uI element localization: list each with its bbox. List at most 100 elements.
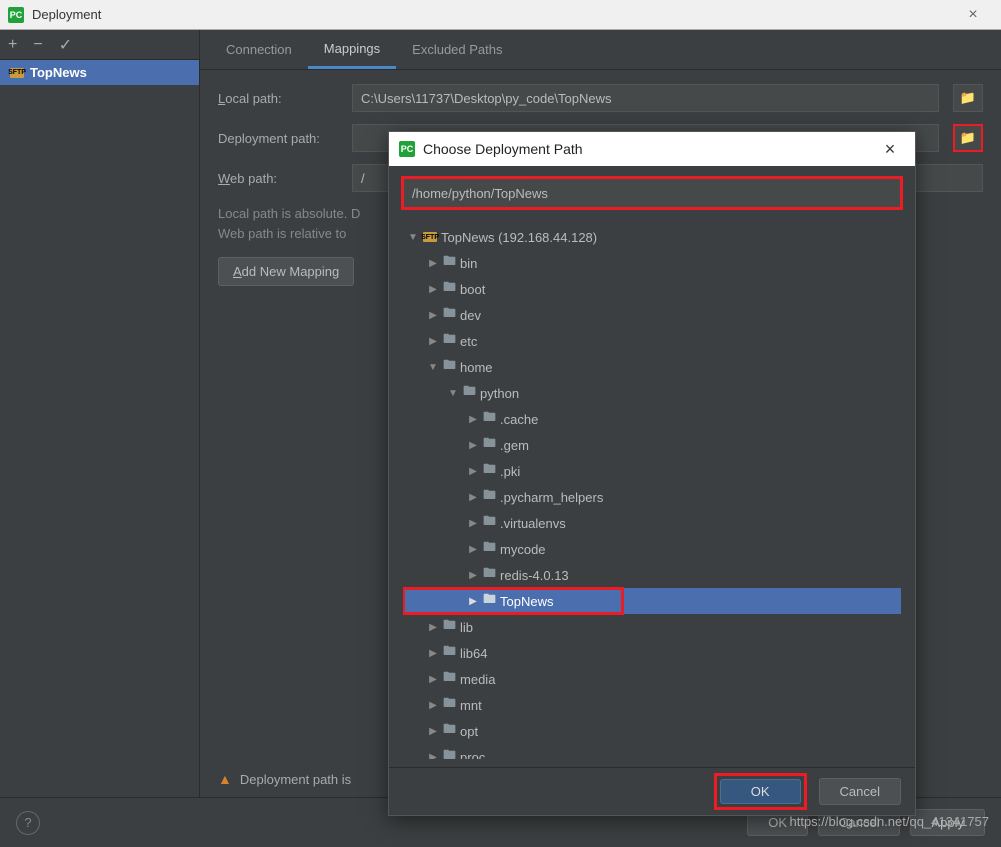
tree-item[interactable]: ▶🖿.pki xyxy=(403,458,901,484)
tree-item[interactable]: ▶🖿.pycharm_helpers xyxy=(403,484,901,510)
dialog-path-input[interactable]: /home/python/TopNews xyxy=(403,178,901,208)
folder-icon: 🖿 xyxy=(443,720,456,742)
tree-item[interactable]: ▶🖿.gem xyxy=(403,432,901,458)
chevron-right-icon[interactable]: ▶ xyxy=(427,674,439,685)
folder-icon: 🖿 xyxy=(443,304,456,326)
sidebar-item-server[interactable]: SFTP TopNews xyxy=(0,60,199,85)
deployment-path-label: Deployment path: xyxy=(218,131,338,146)
tree-item[interactable]: ▶🖿lib xyxy=(403,614,901,640)
chevron-right-icon[interactable]: ▶ xyxy=(427,700,439,711)
sftp-badge-icon: SFTP xyxy=(10,68,24,78)
chevron-right-icon[interactable]: ▶ xyxy=(467,466,479,477)
chevron-right-icon[interactable]: ▶ xyxy=(467,440,479,451)
tree-item[interactable]: ▶ 🖿 lib64 xyxy=(403,640,901,666)
tree-item[interactable]: ▶🖿boot xyxy=(403,276,901,302)
tree-item[interactable]: ▶ 🖿 media xyxy=(403,666,901,692)
warning-icon: ▲ xyxy=(218,771,232,787)
tree-item[interactable]: ▶🖿dev xyxy=(403,302,901,328)
choose-deployment-path-dialog: PC Choose Deployment Path × /home/python… xyxy=(388,131,916,816)
chevron-right-icon[interactable]: ▶ xyxy=(467,414,479,425)
tree-item[interactable]: ▼🖿home xyxy=(403,354,901,380)
dialog-cancel-button[interactable]: Cancel xyxy=(819,778,901,805)
tree-label: mnt xyxy=(460,698,482,713)
folder-icon: 🖿 xyxy=(443,668,456,690)
dialog-ok-button[interactable]: OK xyxy=(720,779,801,804)
folder-icon: 🖿 xyxy=(483,486,496,508)
tab-connection[interactable]: Connection xyxy=(210,32,308,67)
folder-icon: 🖿 xyxy=(463,382,476,404)
chevron-right-icon[interactable]: ▶ xyxy=(427,622,439,633)
add-new-mapping-button[interactable]: Add New Mapping xyxy=(218,257,354,286)
folder-icon: 🖿 xyxy=(483,538,496,560)
remove-icon[interactable]: − xyxy=(33,36,42,54)
chevron-right-icon[interactable]: ▶ xyxy=(467,596,479,607)
chevron-down-icon[interactable]: ▼ xyxy=(407,232,419,243)
tree-item-selected[interactable]: ▶ 🖿 TopNews xyxy=(403,588,623,614)
browse-deployment-icon[interactable]: 📁 xyxy=(953,124,983,152)
dialog-title: Choose Deployment Path xyxy=(423,141,875,157)
tree-item[interactable]: ▶🖿etc xyxy=(403,328,901,354)
check-icon[interactable]: ✓ xyxy=(59,35,72,55)
folder-icon: 🖿 xyxy=(443,252,456,274)
tree-label: lib xyxy=(460,620,473,635)
pycharm-logo-icon: PC xyxy=(399,141,415,157)
tree-label: .pki xyxy=(500,464,520,479)
chevron-right-icon[interactable]: ▶ xyxy=(427,726,439,737)
tree-item[interactable]: ▶🖿mycode xyxy=(403,536,901,562)
tabs: Connection Mappings Excluded Paths xyxy=(200,30,1001,70)
tab-mappings[interactable]: Mappings xyxy=(308,31,396,69)
dialog-close-icon[interactable]: × xyxy=(875,139,905,160)
tree-label: .virtualenvs xyxy=(500,516,566,531)
chevron-right-icon[interactable]: ▶ xyxy=(467,518,479,529)
browse-local-icon[interactable]: 📁 xyxy=(953,84,983,112)
tree-root[interactable]: ▼ SFTP TopNews (192.168.44.128) xyxy=(403,224,901,250)
tree-item[interactable]: ▶🖿redis-4.0.13 xyxy=(403,562,901,588)
tree-label: home xyxy=(460,360,493,375)
tree-label: opt xyxy=(460,724,478,739)
tree-label: python xyxy=(480,386,519,401)
folder-tree[interactable]: ▼ SFTP TopNews (192.168.44.128) ▶🖿bin ▶🖿… xyxy=(403,218,901,759)
local-path-field[interactable]: C:\Users\11737\Desktop\py_code\TopNews xyxy=(352,84,939,112)
tree-label: bin xyxy=(460,256,477,271)
folder-icon: 🖿 xyxy=(443,278,456,300)
add-icon[interactable]: + xyxy=(8,36,17,54)
footer-apply-button[interactable]: Apply xyxy=(910,809,985,836)
chevron-right-icon[interactable]: ▶ xyxy=(427,284,439,295)
chevron-down-icon[interactable]: ▼ xyxy=(427,362,439,373)
tab-excluded[interactable]: Excluded Paths xyxy=(396,32,518,67)
tree-item[interactable]: ▶🖿.cache xyxy=(403,406,901,432)
chevron-right-icon[interactable]: ▶ xyxy=(427,258,439,269)
folder-icon: 🖿 xyxy=(443,330,456,352)
local-path-label: LLocal path:ocal path: xyxy=(218,91,338,106)
chevron-right-icon[interactable]: ▶ xyxy=(427,310,439,321)
sftp-badge-icon: SFTP xyxy=(423,232,437,242)
chevron-right-icon[interactable]: ▶ xyxy=(427,648,439,659)
sidebar-item-label: TopNews xyxy=(30,65,87,80)
tree-item[interactable]: ▶🖿mnt xyxy=(403,692,901,718)
tree-item[interactable]: ▶ 🖿 .virtualenvs xyxy=(403,510,901,536)
tree-item[interactable]: ▼ 🖿 python xyxy=(403,380,901,406)
help-button[interactable]: ? xyxy=(16,811,40,835)
sidebar: + − ✓ SFTP TopNews xyxy=(0,30,200,797)
folder-icon: 🖿 xyxy=(483,512,496,534)
tree-item[interactable]: ▶ 🖿 opt xyxy=(403,718,901,744)
tree-label: lib64 xyxy=(460,646,487,661)
tree-item[interactable]: ▶🖿proc xyxy=(403,744,901,759)
chevron-right-icon[interactable]: ▶ xyxy=(467,544,479,555)
chevron-right-icon[interactable]: ▶ xyxy=(467,570,479,581)
chevron-right-icon[interactable]: ▶ xyxy=(427,752,439,760)
folder-icon: 🖿 xyxy=(483,434,496,456)
chevron-down-icon[interactable]: ▼ xyxy=(447,388,459,399)
folder-icon: 🖿 xyxy=(443,746,456,759)
tree-label: media xyxy=(460,672,495,687)
folder-icon: 🖿 xyxy=(483,590,496,612)
chevron-right-icon[interactable]: ▶ xyxy=(427,336,439,347)
tree-label: TopNews xyxy=(500,594,553,609)
folder-icon: 🖿 xyxy=(443,642,456,664)
tree-item[interactable]: ▶ 🖿 bin xyxy=(403,250,901,276)
chevron-right-icon[interactable]: ▶ xyxy=(467,492,479,503)
window-close-icon[interactable]: × xyxy=(953,6,993,24)
tree-label: redis-4.0.13 xyxy=(500,568,569,583)
folder-icon: 🖿 xyxy=(483,408,496,430)
dialog-titlebar: PC Choose Deployment Path × xyxy=(389,132,915,166)
